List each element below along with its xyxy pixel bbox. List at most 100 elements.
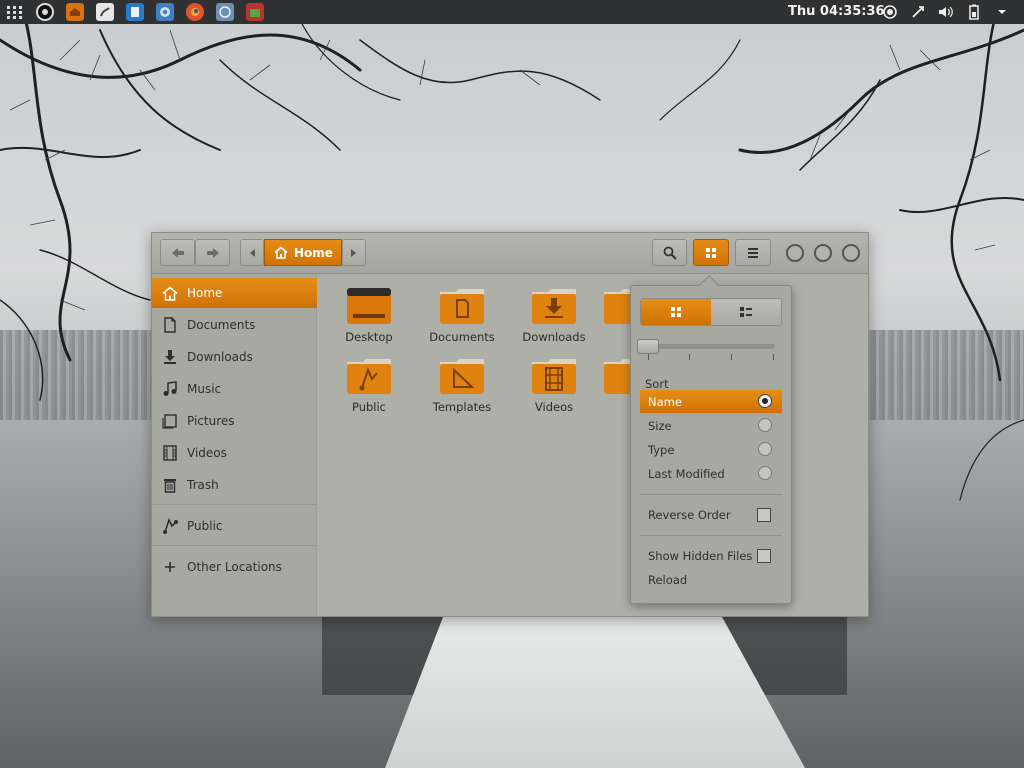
path-scroll-left-button[interactable]: [240, 239, 264, 266]
close-button[interactable]: [842, 244, 860, 262]
documents-folder-icon: [440, 289, 484, 324]
file-item-desktop[interactable]: Desktop: [324, 286, 414, 344]
sidebar-item-label: Other Locations: [187, 560, 282, 574]
sidebar-item-label: Videos: [187, 446, 227, 460]
file-label: Public: [351, 400, 387, 414]
sidebar-separator: [152, 545, 317, 546]
file-item-documents[interactable]: Documents: [417, 286, 507, 344]
list-view-toggle[interactable]: [711, 299, 781, 325]
sort-option-name[interactable]: Name: [640, 390, 782, 413]
zoom-slider-track[interactable]: [639, 344, 775, 349]
sidebar-item-label: Documents: [187, 318, 256, 332]
network-icon[interactable]: [910, 4, 926, 20]
radio-button[interactable]: [758, 394, 772, 408]
maximize-button[interactable]: [814, 244, 832, 262]
search-icon: [663, 246, 677, 260]
downloads-folder-icon: [532, 289, 576, 324]
trash-icon: [164, 479, 176, 493]
battery-icon[interactable]: [966, 4, 982, 20]
view-mode-switcher: [640, 298, 782, 326]
zoom-slider-handle[interactable]: [637, 339, 659, 354]
sidebar-item-trash[interactable]: Trash: [152, 470, 317, 500]
back-button[interactable]: [160, 239, 195, 266]
templates-folder-icon: [440, 359, 484, 394]
path-scroll-right-button[interactable]: [342, 239, 366, 266]
reverse-order-label[interactable]: Reverse Order: [648, 508, 731, 522]
view-options-button[interactable]: [693, 239, 729, 266]
list-view-icon: [740, 307, 752, 317]
file-label: Desktop: [345, 330, 393, 344]
sidebar-item-videos[interactable]: Videos: [152, 438, 317, 468]
camera-app-icon[interactable]: [36, 3, 54, 21]
panel-clock[interactable]: Thu 04:35:36: [788, 4, 885, 19]
sidebar-item-other-locations[interactable]: Other Locations: [152, 552, 317, 582]
radio-button[interactable]: [758, 418, 772, 432]
home-folder-icon[interactable]: [66, 3, 84, 21]
sort-option-size[interactable]: Size: [640, 414, 782, 437]
home-icon: [274, 246, 288, 259]
apps-grid-icon[interactable]: [6, 3, 24, 21]
sidebar-item-music[interactable]: Music: [152, 374, 317, 404]
file-item-public[interactable]: Public: [324, 356, 414, 414]
sort-option-label: Size: [648, 418, 672, 433]
zoom-tick: [689, 354, 690, 360]
path-home-label: Home: [294, 245, 333, 260]
system-tray: [882, 0, 1010, 24]
launcher-bar: [6, 0, 264, 24]
chevron-right-icon: [351, 248, 356, 257]
sidebar: Home Documents Downloads Music Pictures …: [152, 274, 317, 616]
folder-icon: [604, 289, 632, 324]
chromium-icon[interactable]: [156, 3, 174, 21]
forward-button[interactable]: [195, 239, 230, 266]
chevron-left-icon: [250, 248, 255, 257]
gimp-icon[interactable]: [96, 3, 114, 21]
grid-view-toggle[interactable]: [641, 299, 711, 325]
sidebar-separator: [152, 504, 317, 505]
download-icon: [164, 350, 176, 364]
show-hidden-files-checkbox[interactable]: [757, 549, 771, 563]
sort-option-label: Last Modified: [648, 466, 725, 481]
documents-icon[interactable]: [126, 3, 144, 21]
radio-button[interactable]: [758, 466, 772, 480]
public-folder-icon: [347, 359, 391, 394]
sort-option-label: Name: [648, 394, 682, 409]
sidebar-item-downloads[interactable]: Downloads: [152, 342, 317, 372]
search-button[interactable]: [652, 239, 687, 266]
system-menu-chevron-icon[interactable]: [994, 4, 1010, 20]
software-store-icon[interactable]: [246, 3, 264, 21]
plus-icon: [165, 562, 175, 572]
disk-utility-icon[interactable]: [216, 3, 234, 21]
file-item-videos[interactable]: Videos: [509, 356, 599, 414]
arrow-right-icon: [206, 247, 219, 258]
reverse-order-checkbox[interactable]: [757, 508, 771, 522]
file-label: Documents: [429, 330, 495, 344]
sidebar-item-documents[interactable]: Documents: [152, 310, 317, 340]
grid-view-icon: [706, 247, 716, 258]
sort-option-last-modified[interactable]: Last Modified: [640, 462, 782, 485]
film-icon: [163, 445, 177, 461]
popover-separator: [640, 535, 782, 536]
arrow-left-icon: [171, 247, 184, 258]
popover-separator: [640, 494, 782, 495]
file-item-downloads[interactable]: Downloads: [509, 286, 599, 344]
hamburger-menu-icon: [748, 248, 758, 258]
record-icon[interactable]: [882, 4, 898, 20]
sidebar-item-pictures[interactable]: Pictures: [152, 406, 317, 436]
header-bar: Home: [152, 233, 868, 274]
volume-icon[interactable]: [938, 4, 954, 20]
minimize-button[interactable]: [786, 244, 804, 262]
share-icon: [163, 518, 178, 534]
sort-option-label: Type: [648, 442, 675, 457]
sidebar-item-label: Music: [187, 382, 222, 396]
menu-button[interactable]: [735, 239, 771, 266]
path-bar-home[interactable]: Home: [264, 239, 342, 266]
sort-option-type[interactable]: Type: [640, 438, 782, 461]
sidebar-item-public[interactable]: Public: [152, 511, 317, 541]
reload-button[interactable]: Reload: [648, 573, 687, 587]
show-hidden-files-label[interactable]: Show Hidden Files: [648, 549, 752, 563]
file-item-templates[interactable]: Templates: [417, 356, 507, 414]
radio-button[interactable]: [758, 442, 772, 456]
sidebar-item-home[interactable]: Home: [152, 278, 317, 308]
zoom-tick: [773, 354, 774, 360]
firefox-icon[interactable]: [186, 3, 204, 21]
